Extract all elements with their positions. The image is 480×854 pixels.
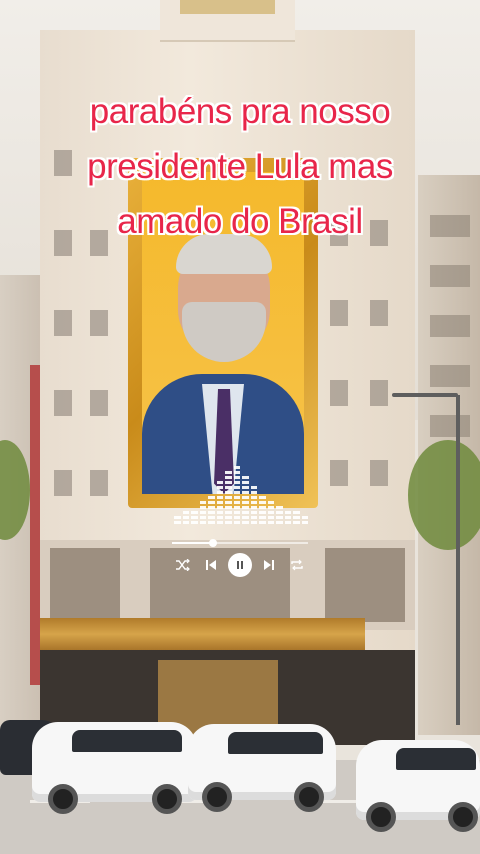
caption-text: parabéns pra nosso presidente Lula mas a…	[20, 84, 460, 249]
equalizer-bar	[199, 501, 206, 524]
equalizer-bar	[191, 511, 198, 524]
pause-icon	[237, 561, 243, 569]
equalizer-bar	[259, 496, 266, 524]
repeat-icon[interactable]	[286, 554, 308, 576]
equalizer-bar	[276, 506, 283, 524]
caption-line-1: parabéns pra nosso	[89, 92, 391, 131]
progress-fill	[172, 542, 213, 544]
audio-equalizer	[174, 466, 308, 524]
previous-icon[interactable]	[200, 554, 222, 576]
equalizer-bar	[174, 516, 181, 524]
street-lamp-arm	[392, 393, 458, 397]
street-lamp	[456, 395, 460, 725]
equalizer-bar	[216, 481, 223, 524]
player-controls	[172, 552, 308, 578]
equalizer-bar	[301, 516, 308, 524]
white-van	[188, 724, 336, 812]
shuffle-icon[interactable]	[172, 554, 194, 576]
tower-top	[160, 0, 295, 42]
progress-knob[interactable]	[208, 539, 217, 547]
equalizer-bar	[284, 511, 291, 524]
white-sedan	[356, 740, 480, 832]
equalizer-bar	[208, 496, 215, 524]
equalizer-bar	[182, 511, 189, 524]
equalizer-bar	[242, 476, 249, 524]
tree-right	[408, 440, 480, 550]
pause-button[interactable]	[228, 553, 252, 577]
next-icon[interactable]	[258, 554, 280, 576]
progress-bar[interactable]	[172, 539, 308, 547]
music-player	[172, 539, 308, 586]
store-sign	[40, 618, 365, 650]
equalizer-bar	[293, 511, 300, 524]
equalizer-bar	[233, 466, 240, 524]
equalizer-bar	[225, 471, 232, 524]
white-suv	[32, 722, 197, 814]
caption-line-2: presidente Lula mas	[87, 147, 393, 186]
equalizer-bar	[267, 501, 274, 524]
equalizer-bar	[250, 486, 257, 524]
caption-line-3: amado do Brasil	[117, 202, 363, 241]
